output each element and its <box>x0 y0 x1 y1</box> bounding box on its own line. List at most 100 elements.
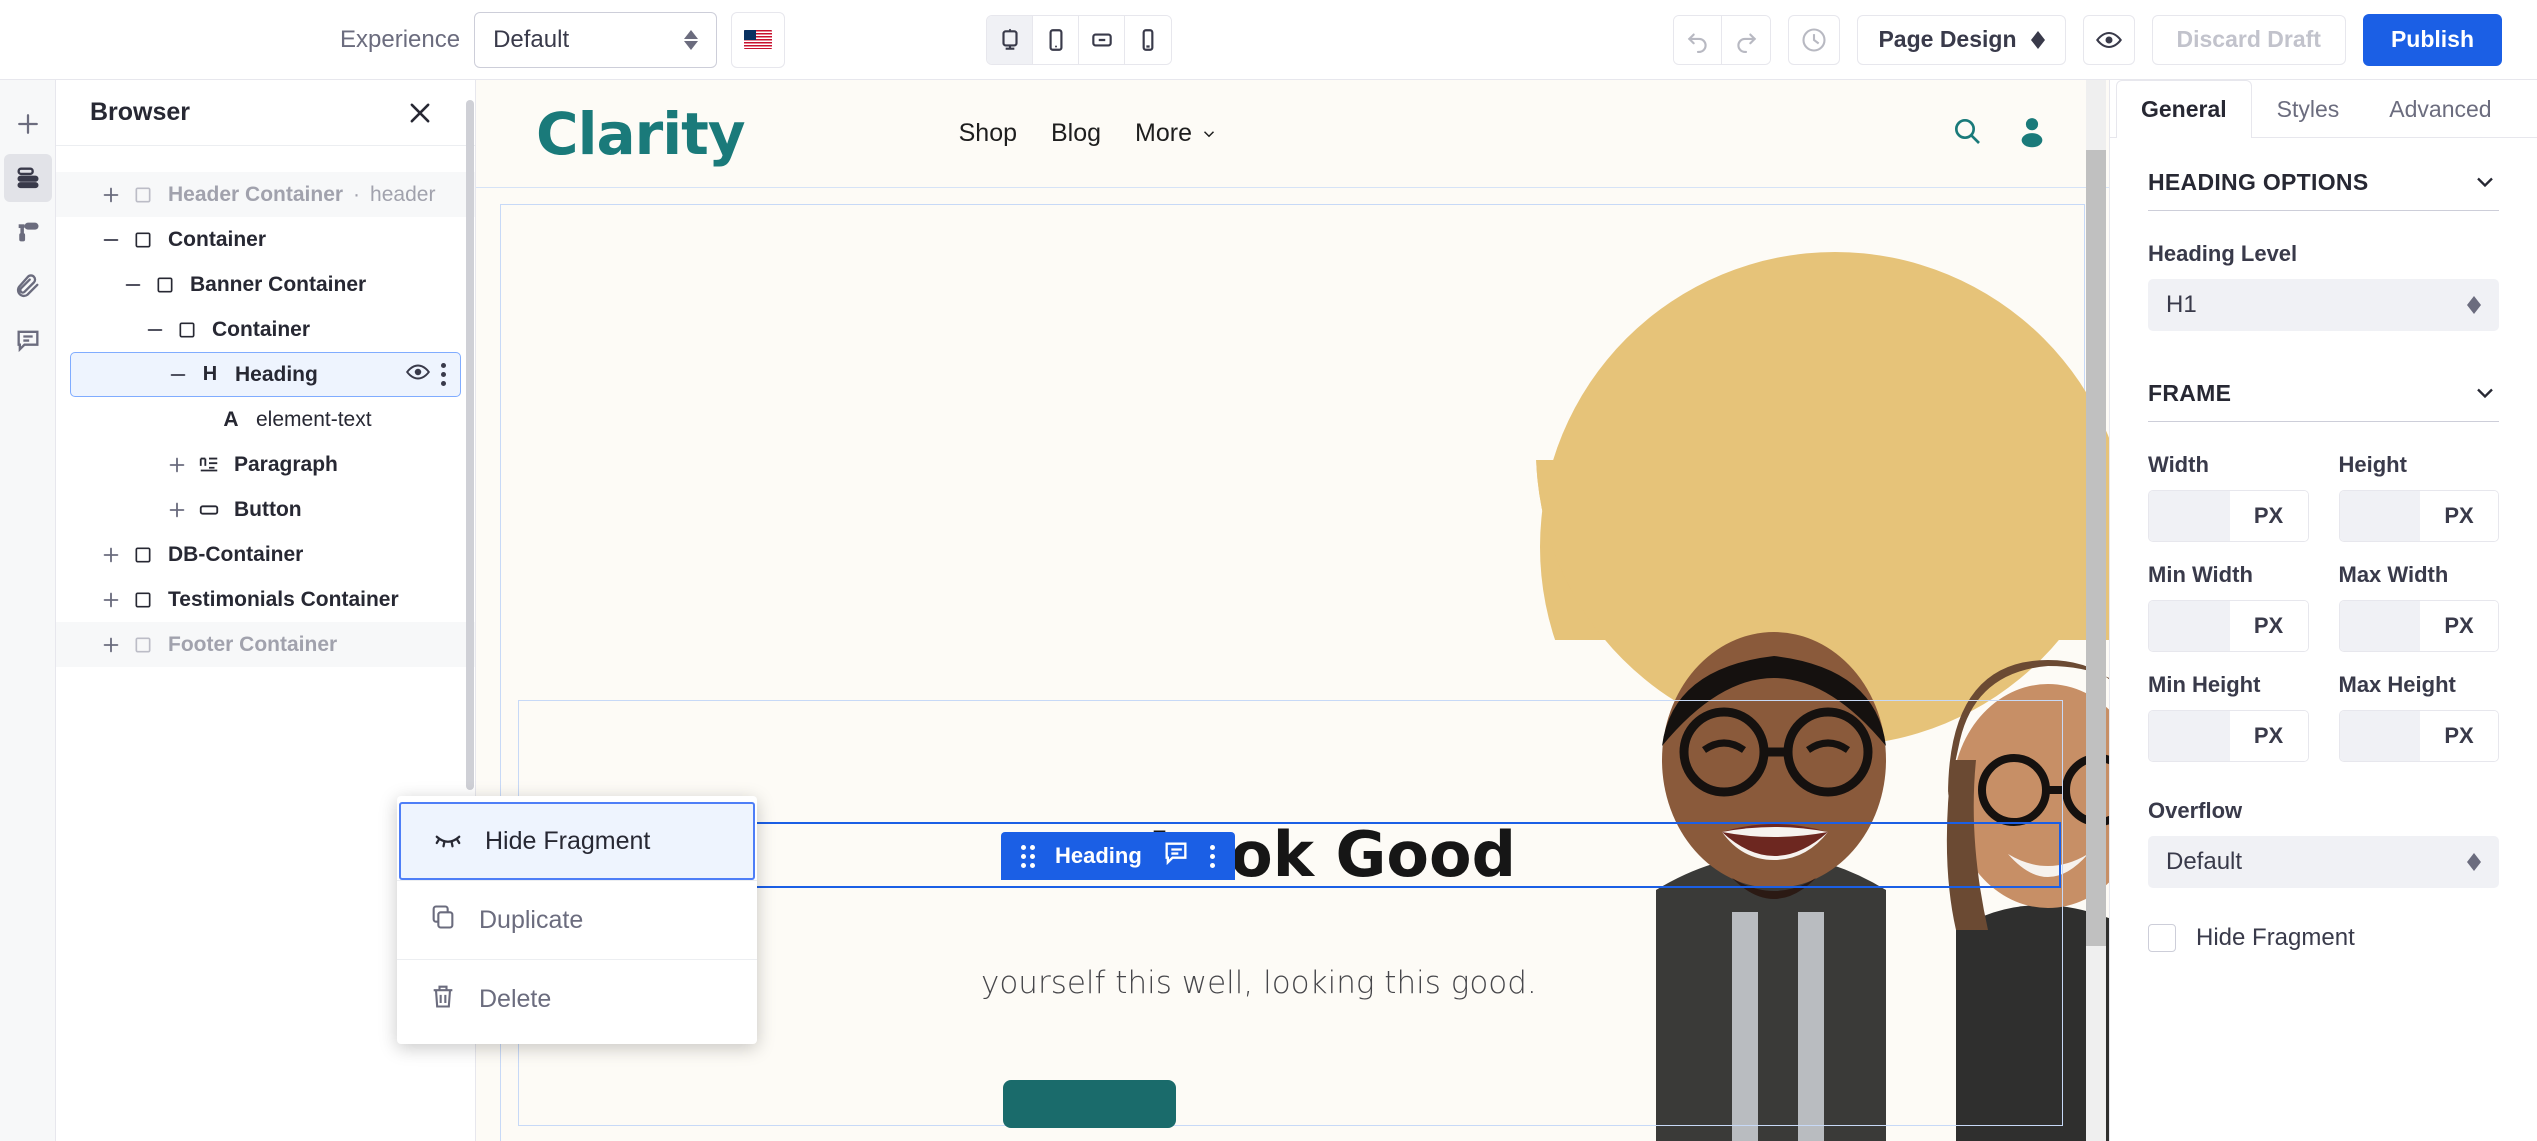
expand-icon[interactable] <box>160 448 194 482</box>
discard-draft-button[interactable]: Discard Draft <box>2151 14 2346 65</box>
chevron-updown-icon <box>2467 296 2481 314</box>
square-icon <box>172 320 202 340</box>
drag-grip-icon[interactable] <box>1021 844 1035 868</box>
tree-row[interactable]: DB-Container <box>56 532 475 577</box>
device-landscape-button[interactable] <box>1079 15 1125 64</box>
frame-field-input[interactable] <box>2149 711 2230 761</box>
frame-field-unit[interactable]: PX <box>2229 711 2308 761</box>
page-design-select[interactable]: Page Design <box>1857 14 2066 65</box>
tree-row[interactable]: Container <box>56 217 475 262</box>
frame-field-unit[interactable]: PX <box>2420 601 2498 651</box>
frame-field-input[interactable] <box>2149 601 2230 651</box>
hide-fragment-checkbox[interactable] <box>2148 924 2176 952</box>
browser-scrollbar[interactable] <box>466 100 474 790</box>
rail-attachments-button[interactable] <box>4 262 52 310</box>
experience-group: Experience Default <box>340 11 786 68</box>
collapse-icon[interactable] <box>138 313 172 347</box>
tree-row-label: Button <box>234 497 302 521</box>
device-phone-button[interactable] <box>1125 15 1171 64</box>
frame-field-input[interactable] <box>2339 601 2420 651</box>
collapse-icon[interactable] <box>94 223 128 257</box>
rail-browser-button[interactable] <box>3 154 52 202</box>
redo-button[interactable] <box>1722 15 1771 64</box>
heading-level-select[interactable]: H1 <box>2148 279 2499 331</box>
banner-cta-button[interactable] <box>1003 1080 1176 1128</box>
site-logo[interactable]: Clarity <box>536 100 746 168</box>
close-icon[interactable] <box>403 96 437 130</box>
ellipsis-vertical-icon[interactable] <box>441 363 446 386</box>
page-design-label: Page Design <box>1878 26 2017 52</box>
expand-icon[interactable] <box>94 538 128 572</box>
frame-field-unit[interactable]: PX <box>2229 601 2308 651</box>
user-account-icon[interactable] <box>2015 114 2049 153</box>
frame-field-label: Max Height <box>2338 672 2456 697</box>
tree-row[interactable]: Container <box>56 307 475 352</box>
tree-row[interactable]: Button <box>56 487 475 532</box>
tab-general[interactable]: General <box>2116 80 2252 138</box>
field-overflow: Overflow Default <box>2148 798 2499 888</box>
tab-advanced[interactable]: Advanced <box>2364 80 2516 137</box>
tree-row[interactable]: H Heading <box>70 352 461 397</box>
frame-field-input[interactable] <box>2149 491 2230 541</box>
tree-row-label: Heading <box>235 362 318 386</box>
frame-field-unit[interactable]: PX <box>2420 711 2498 761</box>
publish-button[interactable]: Publish <box>2362 13 2502 66</box>
preview-button[interactable] <box>2082 14 2135 65</box>
tab-styles[interactable]: Styles <box>2252 80 2365 137</box>
rail-add-button[interactable] <box>4 100 52 148</box>
comment-icon[interactable] <box>1162 839 1190 873</box>
collapse-icon[interactable] <box>116 268 150 302</box>
language-flag-button[interactable] <box>731 11 786 68</box>
tree-row[interactable]: Header Container · header <box>56 172 475 217</box>
banner-subtext[interactable]: yourself this well, looking this good. <box>981 965 1537 1001</box>
canvas-scrollbar-thumb[interactable] <box>2086 150 2106 946</box>
frame-field: Height PX <box>2338 452 2499 542</box>
tree-row[interactable]: Footer Container <box>56 622 475 667</box>
square-icon <box>150 275 180 295</box>
heading-level-value: H1 <box>2166 291 2197 318</box>
eye-icon[interactable] <box>405 359 431 391</box>
tree-row[interactable]: Banner Container <box>56 262 475 307</box>
frame-field-unit[interactable]: PX <box>2420 491 2498 541</box>
frame-field-input-group: PX <box>2148 600 2309 652</box>
collapse-icon[interactable] <box>161 358 195 392</box>
tree-row-subtitle: header <box>370 182 436 206</box>
undo-button[interactable] <box>1674 15 1723 64</box>
experience-select[interactable]: Default <box>474 11 718 68</box>
expand-icon[interactable] <box>94 178 128 212</box>
ellipsis-vertical-icon[interactable] <box>1209 844 1215 868</box>
section-heading-options[interactable]: HEADING OPTIONS <box>2148 168 2499 211</box>
square-icon <box>128 590 158 610</box>
tree-row[interactable]: Aelement-text <box>56 397 475 442</box>
heading-badge-label: Heading <box>1055 843 1142 868</box>
frame-field-input[interactable] <box>2339 491 2420 541</box>
rail-styles-button[interactable] <box>4 208 52 256</box>
tree-row[interactable]: Paragraph <box>56 442 475 487</box>
frame-field-label: Min Width <box>2148 562 2253 587</box>
tree-row-label: Paragraph <box>234 452 338 476</box>
hide-fragment-label: Hide Fragment <box>2196 924 2355 951</box>
nav-item-shop[interactable]: Shop <box>959 119 1017 148</box>
search-icon[interactable] <box>1951 115 1983 152</box>
frame-field-input[interactable] <box>2339 711 2420 761</box>
hide-fragment-row[interactable]: Hide Fragment <box>2148 924 2499 952</box>
tree-row[interactable]: Testimonials Container <box>56 577 475 622</box>
device-desktop-button[interactable] <box>987 15 1033 64</box>
section-frame[interactable]: FRAME <box>2148 379 2499 422</box>
heading-h-icon: H <box>202 363 218 385</box>
nav-item-more[interactable]: More <box>1135 119 1218 148</box>
overflow-select[interactable]: Default <box>2148 836 2499 888</box>
rail-comments-button[interactable] <box>4 316 52 364</box>
context-menu-item-duplicate[interactable]: Duplicate <box>397 881 757 959</box>
history-button[interactable] <box>1788 14 1841 65</box>
context-menu-item-delete[interactable]: Delete <box>397 960 757 1038</box>
nav-item-blog[interactable]: Blog <box>1051 119 1101 148</box>
heading-element-toolbar: Heading <box>1001 832 1235 880</box>
device-tablet-button[interactable] <box>1033 15 1079 64</box>
expand-icon[interactable] <box>160 493 194 527</box>
properties-panel: General Styles Advanced HEADING OPTIONS … <box>2109 80 2537 1141</box>
frame-field-unit[interactable]: PX <box>2229 491 2308 541</box>
expand-icon[interactable] <box>94 628 128 662</box>
context-menu-item-hide-fragment[interactable]: Hide Fragment <box>399 802 755 880</box>
expand-icon[interactable] <box>94 583 128 617</box>
